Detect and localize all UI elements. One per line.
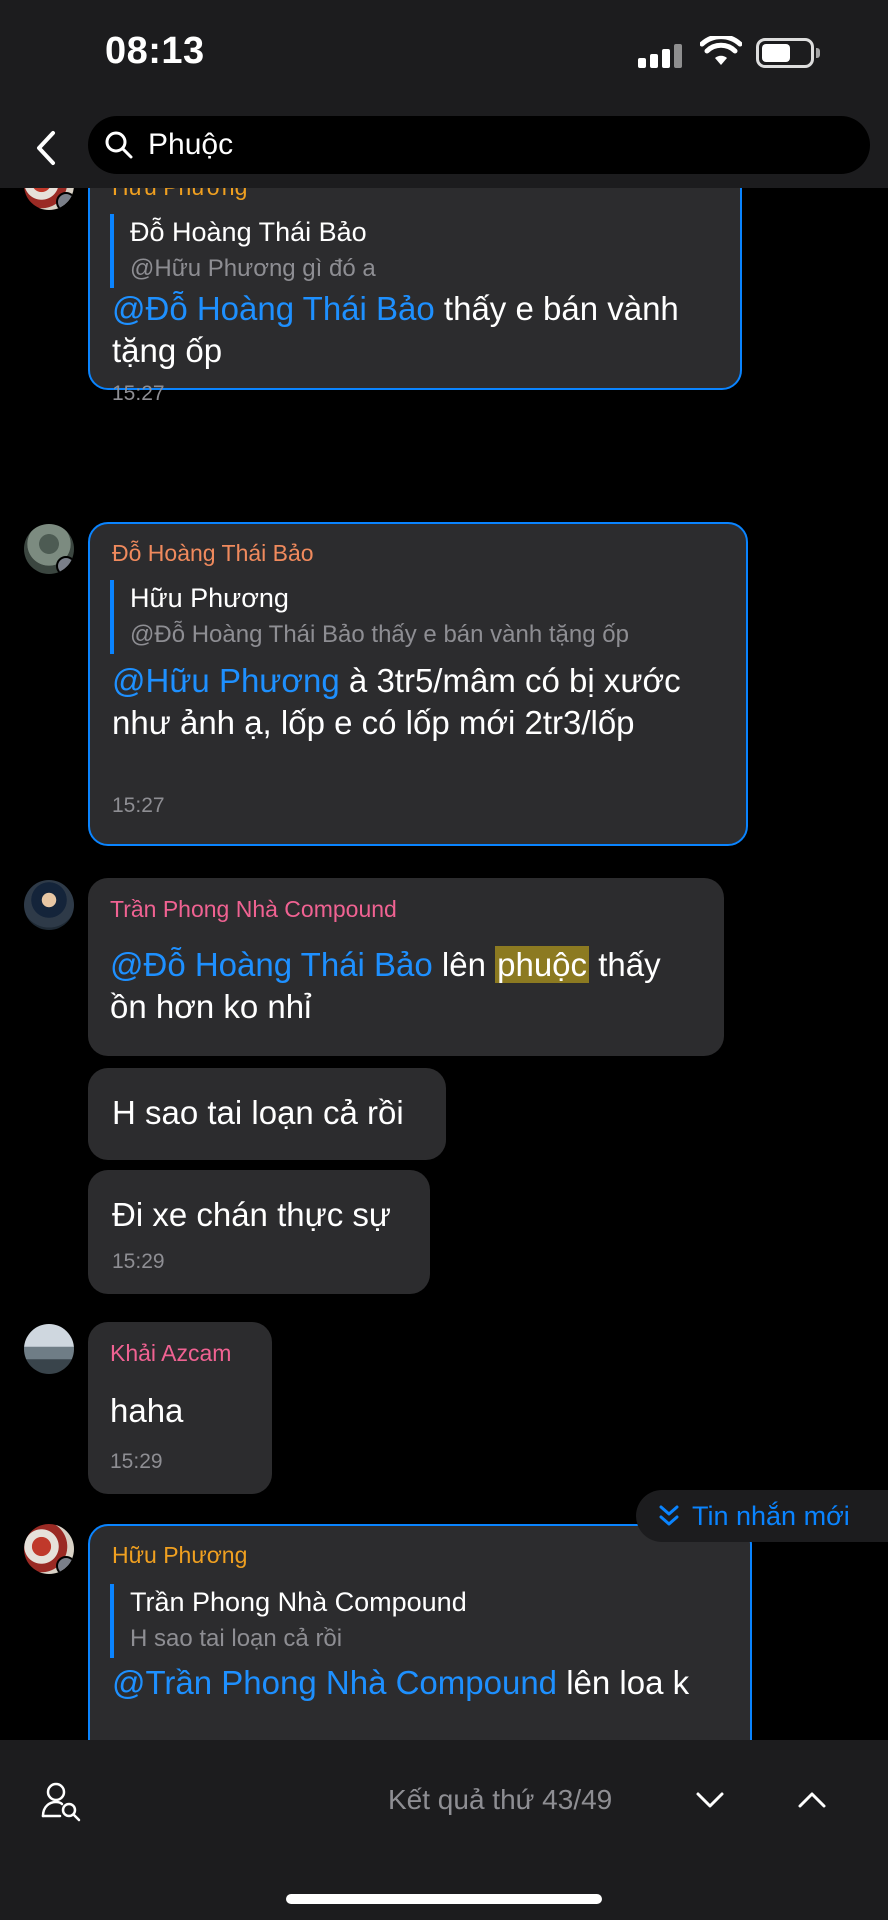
quote-author: Trần Phong Nhà Compound (130, 1587, 467, 1617)
mention-link[interactable]: @Đỗ Hoàng Thái Bảo (110, 946, 433, 983)
quote-text: @Đỗ Hoàng Thái Bảo thấy e bán vành tặng … (130, 621, 629, 648)
status-time: 08:13 (105, 30, 205, 72)
quote-author: Đỗ Hoàng Thái Bảo (130, 217, 367, 247)
mention-link[interactable]: @Đỗ Hoàng Thái Bảo (112, 290, 435, 327)
double-chevron-down-icon (659, 1505, 679, 1526)
message-bubble[interactable]: Hữu Phương Trần Phong Nhà Compound H sao… (88, 1524, 752, 1740)
message-bubble[interactable]: Đi xe chán thực sự 15:29 (88, 1170, 430, 1294)
sender-name: Trần Phong Nhà Compound (110, 896, 397, 922)
new-messages-label: Tin nhắn mới (692, 1500, 850, 1531)
sender-name: Đỗ Hoàng Thái Bảo (112, 540, 314, 566)
quote-author: Hữu Phương (130, 583, 289, 613)
message-text: Đi xe chán thực sự (112, 1196, 391, 1233)
message-bubble[interactable]: H sao tai loạn cả rồi (88, 1068, 446, 1160)
search-member-icon[interactable] (40, 1780, 82, 1822)
reply-quote[interactable]: Đỗ Hoàng Thái Bảo @Hữu Phương gì đó a (110, 214, 376, 288)
cellular-signal-icon (638, 40, 688, 68)
quote-text: H sao tai loạn cả rồi (130, 1625, 343, 1652)
quote-text: @Hữu Phương gì đó a (130, 255, 376, 282)
message-bubble[interactable]: Đỗ Hoàng Thái Bảo Hữu Phương @Đỗ Hoàng T… (88, 522, 748, 846)
search-input[interactable] (148, 128, 828, 162)
search-result-counter: Kết quả thứ 43/49 (388, 1784, 613, 1815)
message-bubble[interactable]: Trần Phong Nhà Compound @Đỗ Hoàng Thái B… (88, 878, 724, 1056)
message-time: 15:27 (112, 794, 165, 817)
message-text: haha (110, 1392, 184, 1429)
mention-link[interactable]: @Hữu Phương (112, 662, 340, 699)
message-text: H sao tai loạn cả rồi (112, 1094, 404, 1131)
avatar[interactable] (24, 1324, 74, 1374)
message-bubble[interactable]: Hữu Phương Đỗ Hoàng Thái Bảo @Hữu Phương… (88, 188, 742, 405)
reply-quote[interactable]: Hữu Phương @Đỗ Hoàng Thái Bảo thấy e bán… (110, 580, 629, 654)
message-text: @Đỗ Hoàng Thái Bảo thấy e bán vành tặng … (112, 290, 679, 369)
chevron-up-icon[interactable] (792, 1780, 832, 1820)
search-keyword-highlight: phuộc (495, 946, 590, 983)
chevron-left-icon (37, 131, 55, 165)
search-box[interactable] (88, 116, 870, 174)
search-header (0, 110, 888, 188)
wifi-icon (700, 36, 742, 65)
avatar[interactable] (24, 188, 74, 210)
battery-icon (756, 38, 820, 68)
chevron-down-icon[interactable] (690, 1780, 730, 1820)
search-results-bar: Kết quả thứ 43/49 (0, 1740, 888, 1920)
sender-name: Khải Azcam (110, 1340, 232, 1366)
avatar[interactable] (24, 880, 74, 930)
home-indicator (286, 1894, 602, 1904)
message-time: 15:27 (112, 382, 165, 405)
mention-link[interactable]: @Trần Phong Nhà Compound (112, 1664, 557, 1701)
reply-quote[interactable]: Trần Phong Nhà Compound H sao tai loạn c… (110, 1584, 467, 1658)
message-time: 15:29 (110, 1450, 163, 1473)
sender-name: Hữu Phương (112, 1542, 248, 1568)
message-bubble[interactable]: Khải Azcam haha 15:29 (88, 1322, 272, 1494)
message-text: @Trần Phong Nhà Compound lên loa k (112, 1664, 690, 1701)
back-button[interactable] (26, 124, 66, 172)
status-bar: 08:13 (0, 0, 888, 110)
new-messages-button[interactable]: Tin nhắn mới (636, 1490, 888, 1542)
search-icon (105, 131, 133, 159)
message-text: @Hữu Phương à 3tr5/mâm có bị xước như ản… (112, 662, 681, 741)
avatar[interactable] (24, 524, 74, 574)
avatar[interactable] (24, 1524, 74, 1574)
message-text: @Đỗ Hoàng Thái Bảo lên phuộc thấy ồn hơn… (110, 946, 661, 1025)
sender-name: Hữu Phương (112, 188, 247, 201)
message-time: 15:29 (112, 1250, 165, 1273)
